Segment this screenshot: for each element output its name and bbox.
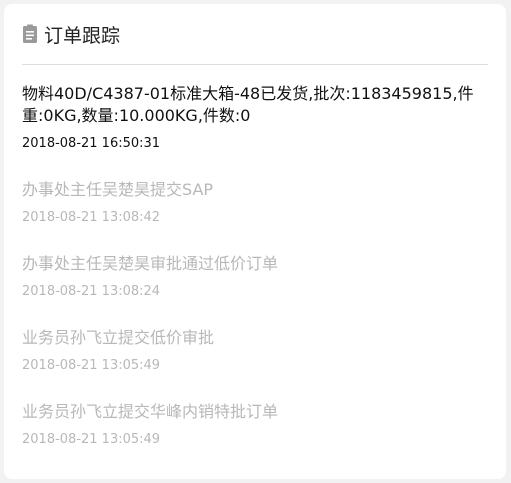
event-text: 业务员孙飞立提交低价审批 bbox=[22, 328, 215, 347]
event-time: 2018-08-21 16:50:31 bbox=[22, 136, 161, 151]
event-text: 办事处主任吴楚昊审批通过低价订单 bbox=[22, 254, 279, 273]
tracking-event: 业务员孙飞立提交华峰内销特批订单 2018-08-21 13:05:49 bbox=[22, 401, 488, 449]
card-header: 订单跟踪 bbox=[22, 4, 488, 65]
order-tracking-card: 订单跟踪 物料40D/C4387-01标准大箱-48已发货,批次:1183459… bbox=[4, 4, 506, 479]
event-time: 2018-08-21 13:08:24 bbox=[22, 284, 161, 299]
tracking-event: 业务员孙飞立提交低价审批 2018-08-21 13:05:49 bbox=[22, 327, 488, 375]
tracking-timeline: 物料40D/C4387-01标准大箱-48已发货,批次:1183459815,件… bbox=[22, 65, 488, 449]
page-title: 订单跟踪 bbox=[44, 24, 121, 47]
event-time: 2018-08-21 13:08:42 bbox=[22, 210, 161, 225]
event-time: 2018-08-21 13:05:49 bbox=[22, 432, 161, 447]
clipboard-icon bbox=[22, 24, 38, 44]
event-text: 物料40D/C4387-01标准大箱-48已发货,批次:1183459815,件… bbox=[22, 84, 474, 125]
event-time: 2018-08-21 13:05:49 bbox=[22, 358, 161, 373]
event-text: 办事处主任吴楚昊提交SAP bbox=[22, 180, 214, 199]
tracking-event: 办事处主任吴楚昊提交SAP 2018-08-21 13:08:42 bbox=[22, 179, 488, 227]
tracking-event: 办事处主任吴楚昊审批通过低价订单 2018-08-21 13:08:24 bbox=[22, 253, 488, 301]
tracking-event: 物料40D/C4387-01标准大箱-48已发货,批次:1183459815,件… bbox=[22, 83, 488, 153]
event-text: 业务员孙飞立提交华峰内销特批订单 bbox=[22, 402, 279, 421]
